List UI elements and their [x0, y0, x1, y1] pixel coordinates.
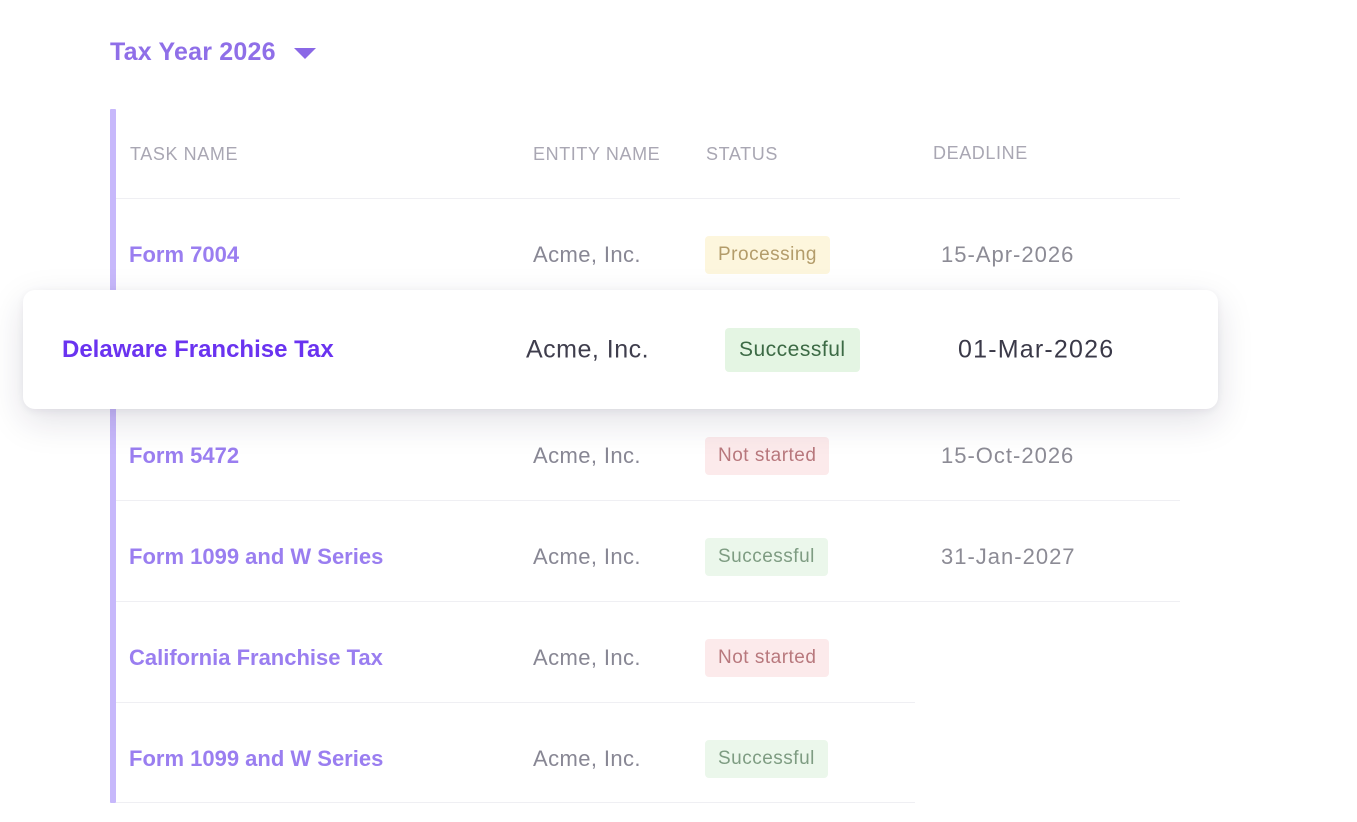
- entity-name: Acme, Inc.: [533, 544, 641, 569]
- task-name-link[interactable]: Form 1099 and W Series: [129, 746, 383, 772]
- column-header-status: STATUS: [706, 144, 778, 164]
- table-row[interactable]: Form 1099 and W Series Acme, Inc. Succes…: [0, 709, 1357, 809]
- task-name-link[interactable]: Form 7004: [129, 242, 239, 268]
- entity-name: Acme, Inc.: [533, 645, 641, 670]
- status-badge: Successful: [725, 327, 860, 372]
- row-divider: [116, 198, 1180, 199]
- task-name-link[interactable]: Form 1099 and W Series: [129, 544, 383, 570]
- status-badge: Successful: [705, 538, 828, 576]
- deadline-date: 31-Jan-2027: [941, 544, 1076, 569]
- caret-down-icon: [293, 48, 316, 59]
- task-name-link[interactable]: California Franchise Tax: [129, 645, 383, 671]
- task-name-link[interactable]: Form 5472: [129, 443, 239, 469]
- status-badge: Successful: [705, 740, 828, 778]
- tax-tasks-panel: Tax Year 2026 TASK NAME ENTITY NAME STAT…: [0, 0, 1357, 822]
- deadline-date: 15-Oct-2026: [941, 443, 1075, 468]
- status-badge: Not started: [705, 437, 830, 475]
- entity-name: Acme, Inc.: [533, 242, 641, 267]
- table-row[interactable]: Form 5472 Acme, Inc. Not started 15-Oct-…: [0, 406, 1357, 506]
- status-badge: Not started: [705, 639, 830, 677]
- highlighted-task-row[interactable]: Delaware Franchise Tax Acme, Inc. Succes…: [23, 290, 1218, 409]
- entity-name: Acme, Inc.: [533, 443, 641, 468]
- tax-year-label: Tax Year 2026: [110, 38, 276, 66]
- task-name-link[interactable]: Delaware Franchise Tax: [62, 336, 334, 364]
- entity-name: Acme, Inc.: [526, 335, 650, 363]
- table-row[interactable]: Form 1099 and W Series Acme, Inc. Succes…: [0, 507, 1357, 607]
- table-row[interactable]: California Franchise Tax Acme, Inc. Not …: [0, 608, 1357, 708]
- status-badge: Processing: [705, 236, 830, 274]
- entity-name: Acme, Inc.: [533, 746, 641, 771]
- tax-year-dropdown[interactable]: Tax Year 2026: [110, 38, 316, 67]
- deadline-date: 15-Apr-2026: [941, 242, 1075, 267]
- column-header-task-name: TASK NAME: [130, 144, 239, 164]
- deadline-date: 01-Mar-2026: [958, 335, 1115, 363]
- column-header-deadline: DEADLINE: [933, 143, 1028, 163]
- column-header-entity-name: ENTITY NAME: [533, 144, 661, 164]
